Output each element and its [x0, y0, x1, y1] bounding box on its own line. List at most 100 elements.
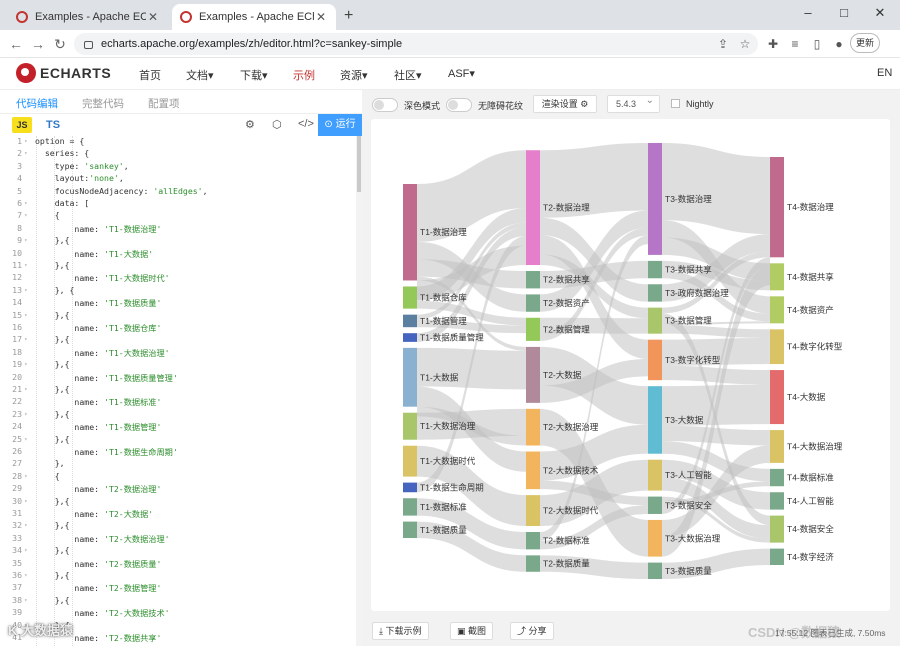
nav-docs[interactable]: 文档▾	[186, 67, 214, 83]
nav-asf[interactable]: ASF▾	[448, 67, 475, 80]
js-toggle[interactable]: JS	[12, 117, 32, 133]
sankey-node[interactable]	[770, 296, 784, 324]
language-switch[interactable]: EN	[877, 67, 892, 79]
sankey-chart[interactable]: T1-数据治理 T1-数据仓库 T1-数据管理 T1-数据质量管理 T1-大数据 T1-大…	[371, 119, 890, 611]
sankey-node[interactable]	[648, 307, 662, 334]
sankey-node[interactable]	[526, 294, 540, 312]
run-button[interactable]: ⊙ 运行	[318, 114, 362, 136]
reload-icon[interactable]: ↻	[50, 34, 70, 54]
sankey-link[interactable]	[662, 324, 770, 339]
fold-icon[interactable]: ▾	[24, 212, 28, 219]
fold-icon[interactable]: ▾	[24, 386, 28, 393]
minimize-icon[interactable]: –	[790, 0, 826, 28]
code-editor[interactable]: 1 ▾ option = {2 ▾ series: {3 type: 'sankey'…	[0, 136, 356, 646]
fold-icon[interactable]: ▾	[24, 498, 28, 505]
nav-download[interactable]: 下载▾	[240, 67, 268, 83]
maximize-icon[interactable]: □	[826, 0, 862, 28]
sankey-node[interactable]	[403, 412, 417, 440]
nightly-checkbox[interactable]	[671, 99, 680, 108]
close-tab-icon[interactable]: ✕	[146, 10, 160, 24]
sankey-node[interactable]	[526, 408, 540, 446]
sankey-node[interactable]	[403, 183, 417, 281]
share-button[interactable]: ⤴ 分享	[510, 622, 554, 640]
fold-icon[interactable]: ▾	[24, 287, 28, 294]
sankey-node[interactable]	[770, 156, 784, 258]
fold-icon[interactable]: ▾	[24, 138, 28, 145]
fold-icon[interactable]: ▾	[24, 336, 28, 343]
tab-options[interactable]: 配置项	[148, 96, 180, 111]
sankey-node[interactable]	[403, 314, 417, 328]
fold-icon[interactable]: ▾	[24, 473, 28, 480]
download-example-button[interactable]: ⤓ 下载示例	[372, 622, 429, 640]
sankey-node[interactable]	[526, 532, 540, 550]
close-window-icon[interactable]: ✕	[862, 0, 898, 28]
nav-resources[interactable]: 资源▾	[340, 67, 368, 83]
sankey-node[interactable]	[648, 459, 662, 491]
version-select[interactable]: 5.4.3	[607, 93, 660, 113]
fold-icon[interactable]: ▾	[24, 547, 28, 554]
sankey-node[interactable]	[526, 555, 540, 572]
nav-home[interactable]: 首页	[139, 67, 161, 83]
sankey-node[interactable]	[648, 519, 662, 557]
sankey-node[interactable]	[648, 143, 662, 255]
sankey-node[interactable]	[403, 521, 417, 539]
fold-icon[interactable]: ▾	[24, 597, 28, 604]
reading-list-icon[interactable]: ≡	[786, 35, 804, 53]
fold-icon[interactable]: ▾	[24, 411, 28, 418]
fold-icon[interactable]: ▾	[24, 237, 28, 244]
profile-icon[interactable]: ●	[830, 35, 848, 53]
sankey-node[interactable]	[770, 492, 784, 510]
sankey-node[interactable]	[403, 347, 417, 407]
fold-icon[interactable]: ▾	[24, 200, 28, 207]
fold-icon[interactable]: ▾	[24, 150, 28, 157]
sankey-node[interactable]	[770, 515, 784, 543]
tab-full-code[interactable]: 完整代码	[82, 96, 124, 111]
back-icon[interactable]: ←	[6, 34, 26, 54]
sankey-node[interactable]	[648, 496, 662, 514]
bookmark-star-icon[interactable]: ☆	[736, 35, 754, 53]
update-button[interactable]: 更新	[850, 33, 880, 53]
sankey-node[interactable]	[770, 329, 784, 365]
sankey-node[interactable]	[648, 562, 662, 579]
render-settings-button[interactable]: 渲染设置 ⚙	[533, 95, 597, 113]
sankey-node[interactable]	[770, 370, 784, 425]
tab-code-edit[interactable]: 代码编辑	[16, 96, 58, 111]
fold-icon[interactable]: ▾	[24, 312, 28, 319]
fold-icon[interactable]: ▾	[24, 522, 28, 529]
echarts-logo[interactable]: ECHARTS	[16, 63, 111, 83]
browser-tab-active[interactable]: Examples - Apache ECharts ✕	[172, 4, 336, 30]
sankey-link[interactable]	[662, 143, 770, 235]
sankey-node[interactable]	[526, 271, 540, 289]
fold-icon[interactable]: ▾	[24, 572, 28, 579]
sankey-node[interactable]	[403, 482, 417, 493]
sankey-node[interactable]	[403, 286, 417, 309]
code-icon[interactable]: </>	[298, 118, 314, 130]
ts-toggle[interactable]: TS	[46, 119, 60, 131]
format-icon[interactable]: ⚙	[245, 118, 255, 131]
decal-toggle[interactable]	[446, 98, 472, 112]
sankey-node[interactable]	[403, 445, 417, 477]
nav-examples[interactable]: 示例	[293, 67, 315, 83]
forward-icon[interactable]: →	[28, 34, 48, 54]
screenshot-button[interactable]: ▣ 截图	[450, 622, 494, 640]
sankey-node[interactable]	[770, 468, 784, 487]
fold-icon[interactable]: ▾	[24, 262, 28, 269]
dark-mode-toggle[interactable]	[372, 98, 398, 112]
fold-icon[interactable]: ▾	[24, 436, 28, 443]
nav-community[interactable]: 社区▾	[394, 67, 422, 83]
sankey-node[interactable]	[526, 150, 540, 266]
fold-icon[interactable]: ▾	[24, 361, 28, 368]
sankey-node[interactable]	[403, 498, 417, 516]
sankey-node[interactable]	[770, 548, 784, 566]
share-icon[interactable]: ⇪	[714, 35, 732, 53]
sankey-node[interactable]	[648, 386, 662, 454]
browser-tab[interactable]: Examples - Apache ECharts ✕	[8, 4, 168, 30]
sankey-node[interactable]	[648, 339, 662, 381]
sankey-node[interactable]	[403, 333, 417, 342]
extensions-icon[interactable]: ✚	[764, 35, 782, 53]
sankey-node[interactable]	[526, 495, 540, 527]
sankey-node[interactable]	[648, 284, 662, 302]
new-tab-button[interactable]: +	[344, 7, 353, 25]
sankey-node[interactable]	[770, 263, 784, 291]
side-panel-icon[interactable]: ▯	[808, 35, 826, 53]
